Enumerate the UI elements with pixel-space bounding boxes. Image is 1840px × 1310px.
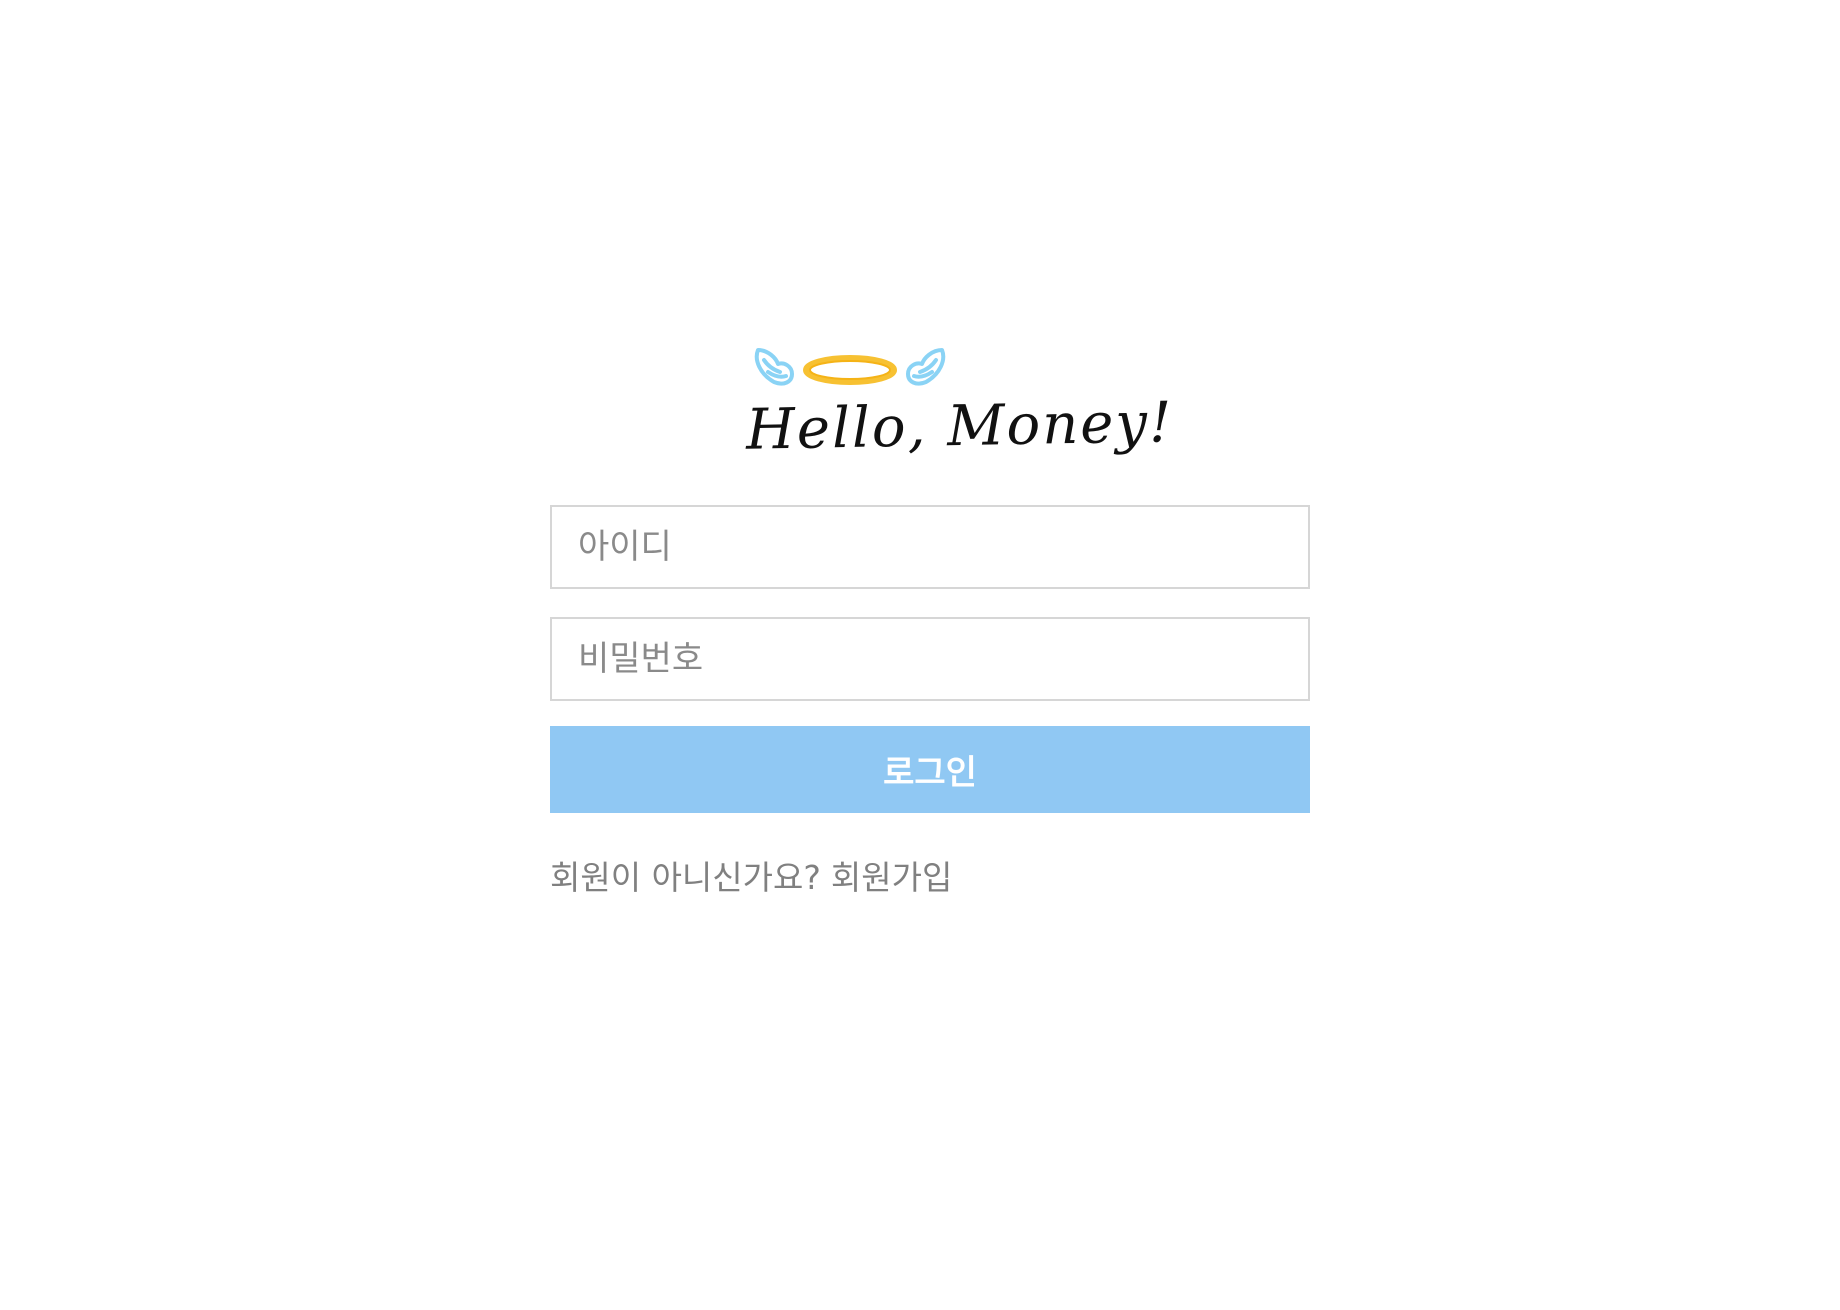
- login-container: Hello, Money! 로그인 회원이 아니신가요? 회원가입: [550, 330, 1310, 899]
- logo-wordmark: Hello, Money!: [745, 390, 1175, 463]
- signup-row: 회원이 아니신가요? 회원가입: [550, 851, 1310, 899]
- login-button[interactable]: 로그인: [550, 726, 1310, 813]
- password-input[interactable]: [550, 617, 1310, 701]
- id-input[interactable]: [550, 505, 1310, 589]
- signup-link[interactable]: 회원가입: [831, 858, 952, 897]
- halo-wings-icon: [754, 348, 946, 386]
- logo: Hello, Money!: [550, 330, 1310, 480]
- signup-prompt: 회원이 아니신가요?: [550, 858, 821, 897]
